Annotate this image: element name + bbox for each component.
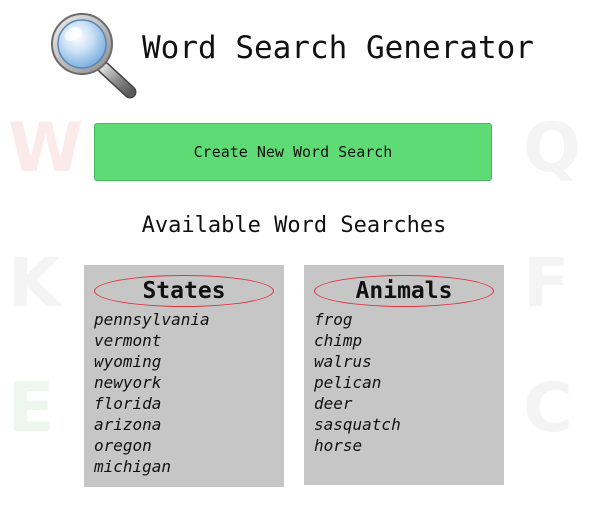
word-list: pennsylvania vermont wyoming newyork flo…: [94, 309, 284, 477]
page-header: Word Search Generator: [0, 0, 595, 110]
create-new-word-search-button[interactable]: Create New Word Search: [94, 123, 492, 181]
word-item: arizona: [94, 415, 162, 434]
word-item: florida: [94, 394, 162, 413]
background-letter: W: [8, 109, 84, 188]
word-item: deer: [314, 394, 353, 413]
word-item: newyork: [94, 373, 162, 392]
background-letter: Q: [523, 109, 581, 188]
word-item: walrus: [314, 352, 372, 371]
word-item: pelican: [314, 373, 382, 392]
word-item: chimp: [314, 331, 363, 350]
word-item: pennsylvania: [94, 310, 210, 329]
word-item: michigan: [94, 457, 172, 476]
word-search-card-states[interactable]: States pennsylvania vermont wyoming newy…: [84, 265, 284, 487]
page-title: Word Search Generator: [142, 30, 534, 66]
word-item: vermont: [94, 331, 162, 350]
word-list: frog chimp walrus pelican deer sasquatch…: [314, 309, 504, 456]
magnifying-glass-icon: [46, 10, 140, 100]
word-item: wyoming: [94, 352, 162, 371]
background-letter: F: [523, 244, 570, 323]
word-item: horse: [314, 436, 363, 455]
background-letter: K: [8, 244, 61, 323]
word-item: frog: [314, 310, 353, 329]
background-letter: C: [523, 369, 573, 448]
word-item: sasquatch: [314, 415, 401, 434]
available-word-searches-heading: Available Word Searches: [141, 213, 447, 238]
word-search-title: States: [94, 275, 274, 307]
background-letter: E: [8, 369, 55, 448]
word-item: oregon: [94, 436, 152, 455]
word-search-card-animals[interactable]: Animals frog chimp walrus pelican deer s…: [304, 265, 504, 485]
word-search-title: Animals: [314, 275, 494, 307]
